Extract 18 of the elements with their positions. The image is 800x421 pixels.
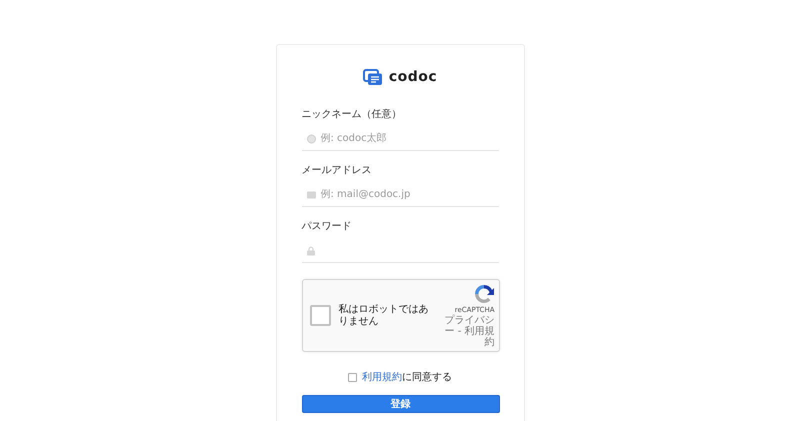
captcha-label: 私はロボットではありません xyxy=(338,304,430,328)
input-field[interactable]: 例: codoc太郎 xyxy=(302,127,498,151)
terms-checkbox[interactable] xyxy=(348,372,357,382)
recaptcha-logo-icon xyxy=(472,283,494,305)
logo-text: codoc xyxy=(388,69,438,85)
field-label: メールアドレス xyxy=(302,164,372,178)
terms-link[interactable]: 利用規約 xyxy=(362,370,402,384)
captcha-checkbox[interactable] xyxy=(310,305,330,326)
person-icon xyxy=(306,134,316,144)
terms-text: に同意する xyxy=(402,370,452,384)
captcha-links[interactable]: プライバシー - 利用規約 xyxy=(437,315,494,348)
document-stack-icon xyxy=(362,68,383,86)
lock-icon xyxy=(306,246,314,256)
field-label: パスワード xyxy=(302,220,352,234)
input-field[interactable]: 例: mail@codoc.jp xyxy=(302,183,498,207)
field-label: ニックネーム（任意） xyxy=(302,108,402,122)
register-button[interactable]: 登録 xyxy=(302,395,500,413)
mail-icon xyxy=(306,192,316,198)
